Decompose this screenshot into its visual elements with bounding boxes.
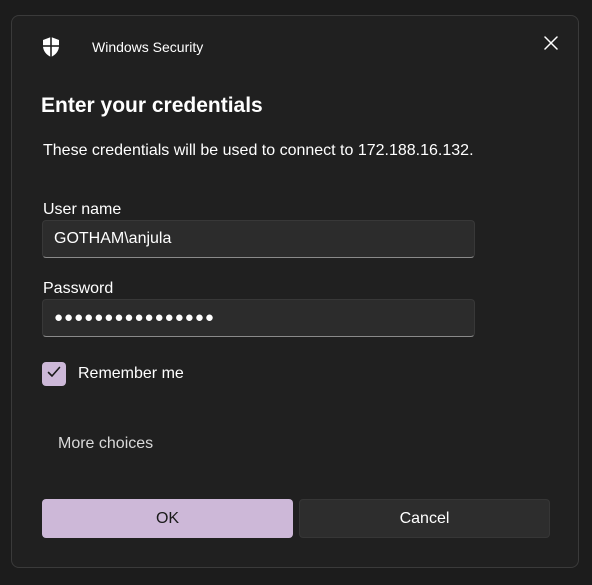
app-title: Windows Security (92, 39, 204, 55)
ok-button[interactable]: OK (42, 499, 293, 538)
dialog-heading: Enter your credentials (41, 94, 263, 117)
dialog-description: These credentials will be used to connec… (43, 142, 474, 159)
username-label: User name (43, 201, 122, 218)
credentials-dialog: Windows Security Enter your credentials … (11, 15, 579, 568)
close-button[interactable] (536, 30, 566, 60)
title-bar: Windows Security (12, 16, 578, 76)
more-choices-link[interactable]: More choices (58, 434, 153, 454)
close-icon (544, 35, 558, 55)
username-field[interactable]: GOTHAM\anjula (42, 220, 475, 258)
password-field[interactable]: ●●●●●●●●●●●●●●●● (42, 299, 475, 337)
checkmark-icon (47, 365, 61, 383)
cancel-button[interactable]: Cancel (299, 499, 550, 538)
password-label: Password (43, 280, 114, 297)
remember-me-label: Remember me (78, 365, 184, 382)
remember-me-checkbox[interactable] (42, 362, 66, 386)
shield-icon (41, 36, 61, 58)
remember-me-checkbox-row[interactable]: Remember me (42, 361, 184, 387)
